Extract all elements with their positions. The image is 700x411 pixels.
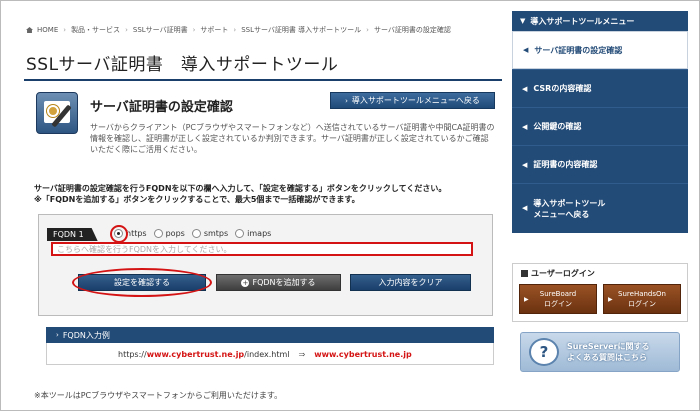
instruction-line: サーバ証明書の設定確認を行うFQDNを以下の欄へ入力して、「設定を確認する」ボタ… xyxy=(34,184,447,193)
breadcrumb-current: サーバ証明書の設定確認 xyxy=(373,26,451,34)
question-bubble-icon: ? xyxy=(529,338,559,366)
title-divider xyxy=(24,79,502,81)
sidebar-item-label: 導入サポートツール メニューへ戻る xyxy=(533,198,605,220)
arrow-right-icon: ⇒ xyxy=(298,350,306,359)
example-prefix: https:// xyxy=(118,350,147,359)
triangle-left-icon: ◀ xyxy=(522,204,528,212)
chevron-right-icon: › xyxy=(345,96,348,105)
page-title: SSLサーバ証明書 導入サポートツール xyxy=(26,55,339,75)
sidebar-item-csr-check[interactable]: ◀ CSRの内容確認 xyxy=(512,69,688,107)
play-icon: ▶ xyxy=(608,296,613,303)
intro-text: サーバからクライアント（PCブラウザやスマートフォンなど）へ送信されているサーバ… xyxy=(90,123,495,154)
surehandson-login-button[interactable]: ▶ SureHandsOn ログイン xyxy=(603,284,681,314)
plus-icon: + xyxy=(241,278,250,287)
protocol-label: smtps xyxy=(203,229,229,238)
faq-text: SureServerに関する よくある質問はこちら xyxy=(567,341,650,363)
breadcrumb-separator: › xyxy=(125,26,128,34)
example-line: https://www.cybertrust.ne.jp/index.html … xyxy=(118,350,412,359)
clear-input-button[interactable]: 入力内容をクリア xyxy=(350,274,471,291)
sidebar-item-line: 導入サポートツール xyxy=(533,198,606,208)
sidebar-item-cert-content-check[interactable]: ◀ 証明書の内容確認 xyxy=(512,145,688,183)
radio-imaps[interactable] xyxy=(235,229,245,238)
sidebar-item-line: メニューへ戻る xyxy=(533,209,590,219)
protocol-smtps[interactable]: smtps xyxy=(191,229,229,238)
sidebar-item-label: CSRの内容確認 xyxy=(533,84,592,93)
login-line: ログイン xyxy=(544,300,572,308)
radio-https[interactable] xyxy=(114,229,123,238)
example-domain: www.cybertrust.ne.jp xyxy=(146,350,245,359)
sidebar-item-label: 公開鍵の確認 xyxy=(533,122,582,131)
faq-banner[interactable]: ? SureServerに関する よくある質問はこちら xyxy=(520,332,680,372)
back-to-menu-button[interactable]: › 導入サポートツールメニューへ戻る xyxy=(330,92,495,109)
footnote: ※本ツールはPCブラウザやスマートフォンからご利用いただけます。 xyxy=(34,391,283,400)
instruction-line: ※「FQDNを追加する」ボタンをクリックすることで、最大5個まで一括確認ができま… xyxy=(34,195,360,204)
protocol-https[interactable]: https xyxy=(114,229,147,238)
triangle-left-icon: ◀ xyxy=(522,160,528,169)
triangle-left-icon: ◀ xyxy=(522,84,528,93)
faq-line: よくある質問はこちら xyxy=(567,353,647,362)
sidebar-heading: ▼ 導入サポートツールメニュー xyxy=(512,11,688,31)
play-icon: ▶ xyxy=(524,296,529,303)
sidebar-item-server-cert-check[interactable]: ◀ サーバ証明書の設定確認 xyxy=(512,31,688,69)
add-fqdn-label: FQDNを追加する xyxy=(252,278,316,287)
radio-pops[interactable] xyxy=(153,229,163,238)
sidebar-item-public-key-check[interactable]: ◀ 公開鍵の確認 xyxy=(512,107,688,145)
certificate-tool-icon xyxy=(36,92,78,134)
sidebar-heading-label: 導入サポートツールメニュー xyxy=(530,16,635,26)
home-icon xyxy=(26,27,33,33)
section-title: サーバ証明書の設定確認 xyxy=(90,100,233,115)
triangle-down-icon: ▼ xyxy=(520,17,526,25)
login-line: SureBoard xyxy=(539,290,577,298)
breadcrumb: HOME › 製品・サービス › SSLサーバ証明書 › サポート › SSLサ… xyxy=(26,25,451,35)
example-path: /index.html xyxy=(244,350,290,359)
square-bullet-icon xyxy=(521,270,528,277)
protocol-label: https xyxy=(126,229,147,238)
protocol-options: https pops smtps imaps xyxy=(114,229,278,238)
fqdn-input[interactable] xyxy=(51,242,473,256)
sidebar-item-label: 証明書の内容確認 xyxy=(533,160,598,169)
protocol-label: imaps xyxy=(247,229,272,238)
radio-smtps[interactable] xyxy=(191,229,201,238)
protocol-imaps[interactable]: imaps xyxy=(235,229,271,238)
back-to-menu-label: 導入サポートツールメニューへ戻る xyxy=(351,96,480,105)
sureboard-login-button[interactable]: ▶ SureBoard ログイン xyxy=(519,284,597,314)
breadcrumb-support[interactable]: サポート xyxy=(200,25,228,35)
breadcrumb-separator: › xyxy=(366,26,369,34)
fqdn-label: FQDN 1 xyxy=(47,228,98,241)
sidebar-item-label: サーバ証明書の設定確認 xyxy=(534,45,623,55)
sidebar-item-back-to-menu[interactable]: ◀ 導入サポートツール メニューへ戻る xyxy=(512,183,688,233)
triangle-left-icon: ◀ xyxy=(523,46,529,54)
instructions: サーバ証明書の設定確認を行うFQDNを以下の欄へ入力して、「設定を確認する」ボタ… xyxy=(34,183,504,205)
login-line: ログイン xyxy=(628,300,656,308)
breadcrumb-separator: › xyxy=(192,26,196,34)
breadcrumb-home[interactable]: HOME xyxy=(37,26,58,34)
breadcrumb-ssl[interactable]: SSLサーバ証明書 xyxy=(133,25,188,35)
add-fqdn-button[interactable]: + FQDNを追加する xyxy=(216,274,341,291)
example-heading-label: FQDN入力例 xyxy=(62,330,110,340)
login-line: SureHandsOn xyxy=(618,290,666,298)
login-heading-label: ユーザーログイン xyxy=(531,269,595,278)
protocol-label: pops xyxy=(165,229,185,238)
breadcrumb-separator: › xyxy=(233,26,237,34)
login-heading: ユーザーログイン xyxy=(521,268,595,279)
example-heading: › FQDN入力例 xyxy=(46,327,494,343)
chevron-right-icon: › xyxy=(56,331,59,339)
protocol-pops[interactable]: pops xyxy=(153,229,185,238)
breadcrumb-products[interactable]: 製品・サービス xyxy=(71,25,120,35)
triangle-left-icon: ◀ xyxy=(522,122,528,131)
breadcrumb-separator: › xyxy=(63,26,67,34)
faq-line: SureServerに関する xyxy=(567,342,650,351)
breadcrumb-tools[interactable]: SSLサーバ証明書 導入サポートツール xyxy=(241,25,361,35)
sidebar-menu: ▼ 導入サポートツールメニュー ◀ サーバ証明書の設定確認 ◀ CSRの内容確認… xyxy=(512,11,688,233)
user-login-box: ユーザーログイン ▶ SureBoard ログイン ▶ SureHandsOn … xyxy=(512,263,688,322)
check-settings-button[interactable]: 設定を確認する xyxy=(78,274,206,291)
example-result-domain: www.cybertrust.ne.jp xyxy=(314,350,412,359)
